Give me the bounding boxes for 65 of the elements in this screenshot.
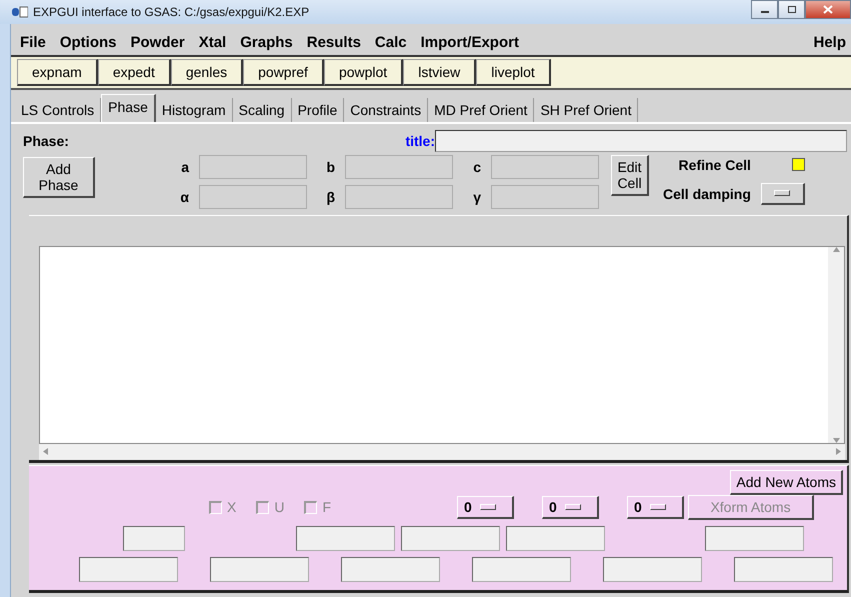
- checkbox-label: X: [227, 499, 236, 516]
- atom-field[interactable]: [734, 557, 833, 582]
- cell-parameter-label: γ: [472, 188, 481, 205]
- atom-field[interactable]: [123, 526, 185, 551]
- app-icon: [12, 6, 28, 18]
- cell-parameter-label: β: [325, 188, 335, 205]
- toolbar-button[interactable]: lstview: [403, 58, 476, 86]
- refine-cell-label: Refine Cell: [678, 156, 751, 173]
- cell-parameter-field[interactable]: [491, 184, 599, 209]
- checkbox-label: U: [274, 499, 284, 516]
- window-title: EXPGUI interface to GSAS: C:/gsas/expgui/K2.EXP: [33, 4, 310, 19]
- atom-field[interactable]: [705, 526, 804, 551]
- maximize-button[interactable]: [778, 0, 805, 19]
- menu-item[interactable]: Help: [813, 34, 846, 51]
- cell-parameter-field[interactable]: [345, 154, 453, 179]
- title-field[interactable]: [435, 130, 847, 152]
- scroll-up-icon[interactable]: [832, 246, 840, 252]
- vertical-scrollbar[interactable]: [828, 246, 844, 443]
- checkbox-label: F: [322, 499, 332, 516]
- cell-parameter-field[interactable]: [199, 184, 307, 209]
- atom-field[interactable]: [210, 557, 309, 582]
- menu-item[interactable]: Powder: [130, 34, 185, 51]
- cell-damping-menu[interactable]: [760, 182, 805, 205]
- atom-field[interactable]: [341, 557, 440, 582]
- cell-damping-label: Cell damping: [663, 186, 751, 202]
- cell-parameter-label: α: [179, 188, 189, 205]
- menu-item[interactable]: Import/Export: [420, 34, 519, 51]
- menu-item[interactable]: Xtal: [198, 34, 226, 51]
- menu-item[interactable]: Calc: [374, 34, 407, 51]
- atom-field[interactable]: [506, 526, 605, 551]
- atom-field[interactable]: [472, 557, 571, 582]
- cell-parameter-field[interactable]: [199, 154, 307, 179]
- atom-field[interactable]: [79, 557, 178, 582]
- toolbar-button[interactable]: expnam: [17, 58, 98, 86]
- phase-label: Phase:: [23, 132, 69, 149]
- close-icon: [823, 5, 833, 14]
- menu-item[interactable]: Graphs: [240, 34, 293, 51]
- refine-cell-checkbox[interactable]: [792, 158, 805, 172]
- add-phase-button[interactable]: Add Phase: [23, 156, 95, 198]
- maximize-icon: [786, 6, 796, 14]
- atom-field[interactable]: [401, 526, 500, 551]
- close-button[interactable]: [805, 0, 851, 19]
- menu-item[interactable]: Options: [60, 34, 117, 51]
- option-menu[interactable]: 0: [457, 496, 514, 519]
- menu-item[interactable]: Results: [306, 34, 361, 51]
- toolbar-button[interactable]: powplot: [324, 58, 404, 86]
- cell-parameter-label: b: [325, 158, 335, 175]
- atom-field[interactable]: [296, 526, 395, 551]
- toolbar-button[interactable]: genles: [170, 58, 244, 86]
- add-new-atoms-button[interactable]: Add New Atoms: [730, 470, 843, 495]
- tab[interactable]: Phase: [101, 94, 156, 122]
- menu-item[interactable]: File: [20, 34, 46, 51]
- toolbar-button[interactable]: powpref: [243, 58, 324, 86]
- atom-field[interactable]: [603, 557, 702, 582]
- cell-parameter-field[interactable]: [345, 184, 453, 209]
- toolbar-button[interactable]: liveplot: [476, 58, 551, 86]
- minimize-button[interactable]: [751, 0, 778, 19]
- cell-parameter-label: a: [180, 158, 189, 175]
- title-label: title:: [405, 132, 435, 149]
- cell-parameter-label: c: [472, 158, 481, 175]
- option-menu[interactable]: 0: [627, 496, 684, 519]
- option-menu[interactable]: 0: [542, 496, 600, 519]
- edit-cell-button[interactable]: Edit Cell: [611, 154, 649, 196]
- toolbar-button[interactable]: expedt: [98, 58, 171, 86]
- cell-parameter-field[interactable]: [491, 154, 599, 179]
